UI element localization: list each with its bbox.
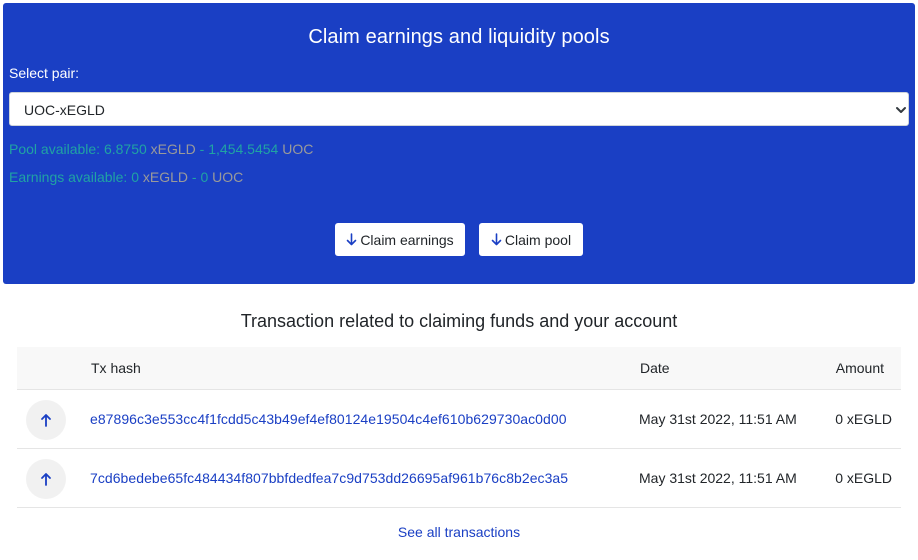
tx-hash-link[interactable]: e87896c3e553cc4f1fcdd5c43b49ef4ef80124e1…: [90, 411, 567, 427]
pool-token-xegld: xEGLD: [146, 141, 196, 157]
chevron-down-icon: [896, 107, 906, 113]
earnings-token-xegld: xEGLD: [138, 169, 188, 185]
header-date: Date: [640, 360, 670, 376]
pool-token-uoc: UOC: [278, 141, 314, 157]
tx-amount: 0 xEGLD: [835, 411, 892, 427]
table-row: e87896c3e553cc4f1fcdd5c43b49ef4ef80124e1…: [17, 390, 901, 449]
select-pair-label: Select pair:: [9, 65, 80, 81]
pool-available: Pool available: 6.8750 xEGLD - 1,454.545…: [9, 141, 313, 157]
arrow-up-icon: [41, 414, 51, 427]
table-row: 7cd6bedebe65fc484434f807bbfdedfea7c9d753…: [17, 449, 901, 508]
tx-date: May 31st 2022, 11:51 AM: [639, 470, 797, 486]
pool-prefix: Pool available:: [9, 141, 104, 157]
earnings-prefix: Earnings available:: [9, 169, 132, 185]
see-all-transactions-link[interactable]: See all transactions: [0, 524, 918, 540]
claim-earnings-label: Claim earnings: [360, 231, 454, 248]
pair-select[interactable]: UOC-xEGLD: [9, 92, 909, 126]
claim-pool-button[interactable]: Claim pool: [479, 223, 583, 256]
tx-direction-badge: [26, 400, 66, 440]
claim-pool-label: Claim pool: [504, 231, 572, 248]
pool-separator: -: [195, 141, 209, 157]
claim-earnings-button[interactable]: Claim earnings: [335, 223, 465, 256]
arrow-down-icon: [347, 233, 357, 246]
earnings-available: Earnings available: 0 xEGLD - 0 UOC: [9, 169, 243, 185]
pool-amount-uoc: 1,454.5454: [208, 141, 279, 157]
earnings-separator: -: [188, 169, 201, 185]
panel-title: Claim earnings and liquidity pools: [308, 26, 610, 48]
arrow-down-icon: [491, 233, 502, 246]
header-amount: Amount: [835, 360, 884, 376]
tx-direction-badge: [26, 459, 66, 499]
earnings-amount-xegld: 0: [131, 169, 139, 185]
claim-panel: Claim earnings and liquidity pools Selec…: [3, 3, 915, 284]
pool-amount-xegld: 6.8750: [103, 141, 147, 157]
header-tx-hash: Tx hash: [91, 360, 141, 376]
tx-date: May 31st 2022, 11:51 AM: [639, 411, 797, 427]
tx-hash-link[interactable]: 7cd6bedebe65fc484434f807bbfdedfea7c9d753…: [90, 470, 568, 486]
earnings-token-uoc: UOC: [208, 169, 244, 185]
transactions-title: Transaction related to claiming funds an…: [240, 311, 678, 331]
arrow-up-icon: [41, 473, 51, 486]
tx-amount: 0 xEGLD: [835, 470, 892, 486]
table-header: Tx hash Date Amount: [17, 347, 901, 390]
pair-select-value: UOC-xEGLD: [24, 102, 105, 118]
